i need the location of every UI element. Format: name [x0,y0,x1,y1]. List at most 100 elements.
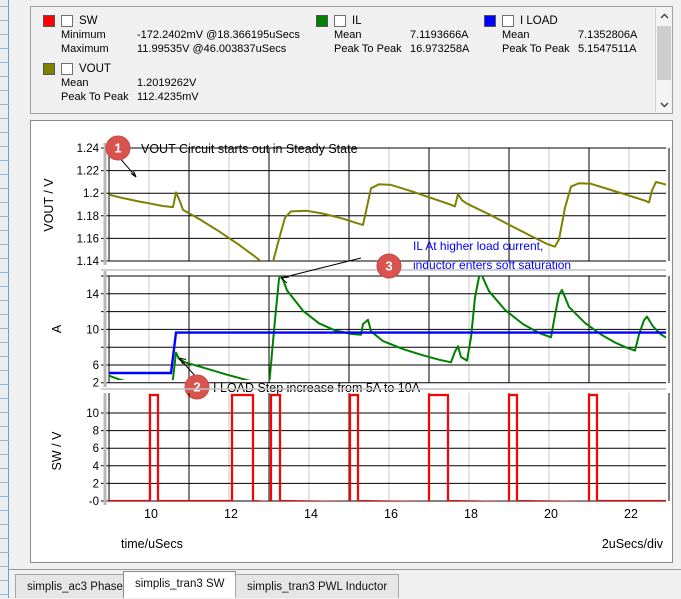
sliver-line [0,272,9,273]
stat-row: Peak To Peak 16.973258A [334,42,496,56]
sliver-line [0,244,9,245]
sliver-line [0,342,9,343]
annotation-3-number: 3 [385,259,392,274]
stat-label: Peak To Peak [61,90,137,104]
sliver-line [0,20,9,21]
sliver-line [0,580,9,581]
current-axis-label: A [50,324,64,333]
measurement-scrollbar[interactable] [655,8,671,112]
stat-row: Peak To Peak 5.1547511A [502,42,655,56]
trace-name-sw: SW [79,15,98,27]
svg-text:12: 12 [224,507,238,521]
trace-name-vout: VOUT [79,63,111,75]
background-window-sliver [0,0,9,598]
visibility-checkbox-vout[interactable] [61,63,73,75]
sliver-line [0,538,9,539]
svg-text:10: 10 [144,507,158,521]
scrollbar-thumb[interactable] [657,26,671,80]
stat-row: Minimum -172.2402mV @18.366195uSecs [61,28,333,42]
vout-axis-label: VOUT / V [42,178,56,232]
color-swatch-iload [484,15,496,27]
tab-simplis-ac3-phase[interactable]: simplis_ac3 Phase [15,574,135,598]
trace-header-il: IL [316,13,496,28]
sliver-line [0,6,9,7]
svg-text:18: 18 [464,507,478,521]
annotation-3-line1: IL At higher load current, [413,239,543,253]
sliver-line [0,426,9,427]
visibility-checkbox-il[interactable] [334,15,346,27]
sliver-line [0,202,9,203]
stat-label: Mean [502,28,578,42]
sw-axis-label: SW / V [50,431,64,471]
svg-text:1.22: 1.22 [77,166,99,178]
sliver-line [0,454,9,455]
waveform-viewer-window: SW Minimum -172.2402mV @18.366195uSecs M… [9,0,681,598]
sliver-line [0,566,9,567]
svg-text:10: 10 [86,408,99,420]
sliver-line [0,524,9,525]
trace-header-vout: VOUT [43,61,333,76]
svg-text:14: 14 [86,289,99,301]
x-axis-div-label: 2uSecs/div [602,537,664,551]
measurement-list: SW Minimum -172.2402mV @18.366195uSecs M… [31,7,655,113]
waveform-plot-panel[interactable]: 1.24 1.22 1.2 1.18 1.16 1.14 VOUT / V 1 … [30,120,673,563]
svg-text:6: 6 [93,443,99,455]
sliver-line [0,482,9,483]
stat-value: 5.1547511A [578,42,637,56]
sliver-line [0,76,9,77]
svg-text:-0: -0 [89,496,99,508]
stat-value: 112.4235mV [137,90,199,104]
stat-value: 11.99535V @46.003837uSecs [137,42,286,56]
stat-label: Peak To Peak [502,42,578,56]
tab-simplis-tran3-sw[interactable]: simplis_tran3 SW [123,571,236,598]
trace-name-iload: I LOAD [520,15,558,27]
svg-text:16: 16 [384,507,398,521]
sliver-line [0,34,9,35]
x-axis-label: time/uSecs [121,537,183,551]
stat-label: Minimum [61,28,137,42]
sliver-line [0,412,9,413]
sliver-line [0,160,9,161]
trace-block-iload: I LOAD Mean 7.1352806A Peak To Peak 5.15… [484,13,655,56]
visibility-checkbox-sw[interactable] [61,15,73,27]
trace-header-iload: I LOAD [484,13,655,28]
color-swatch-il [316,15,328,27]
sliver-line [0,62,9,63]
svg-text:14: 14 [304,507,318,521]
svg-text:2: 2 [93,378,99,390]
stat-label: Maximum [61,42,137,56]
visibility-checkbox-iload[interactable] [502,15,514,27]
trace-block-sw: SW Minimum -172.2402mV @18.366195uSecs M… [43,13,333,56]
svg-text:1.2: 1.2 [83,188,99,200]
stat-value: 7.1193666A [410,28,469,42]
svg-text:1.16: 1.16 [77,233,99,245]
sliver-line [0,132,9,133]
tab-bar: simplis_ac3 Phase simplis_tran3 SW simpl… [9,569,681,598]
sliver-line [0,300,9,301]
chevron-up-icon[interactable] [656,8,672,24]
sliver-line [0,314,9,315]
stat-value: 7.1352806A [578,28,637,42]
sliver-line [0,398,9,399]
sliver-line [0,496,9,497]
svg-text:4: 4 [93,461,100,473]
stat-row: Mean 7.1193666A [334,28,496,42]
sliver-line [0,370,9,371]
svg-text:2: 2 [93,478,99,490]
tab-simplis-tran3-pwl-inductor[interactable]: simplis_tran3 PWL Inductor [235,574,399,598]
sliver-line [0,258,9,259]
annotation-1-text: VOUT Circuit starts out in Steady State [141,142,358,156]
sliver-line [0,440,9,441]
svg-text:22: 22 [624,507,638,521]
trace-name-il: IL [352,15,362,27]
sliver-line [0,468,9,469]
svg-text:1.24: 1.24 [77,143,100,155]
chevron-down-icon[interactable] [656,96,672,112]
svg-text:8: 8 [93,426,99,438]
sliver-line [0,146,9,147]
trace-block-il: IL Mean 7.1193666A Peak To Peak 16.97325… [316,13,496,56]
svg-text:1.14: 1.14 [77,256,100,268]
sliver-line [0,90,9,91]
stat-row: Maximum 11.99535V @46.003837uSecs [61,42,333,56]
sliver-line [0,510,9,511]
